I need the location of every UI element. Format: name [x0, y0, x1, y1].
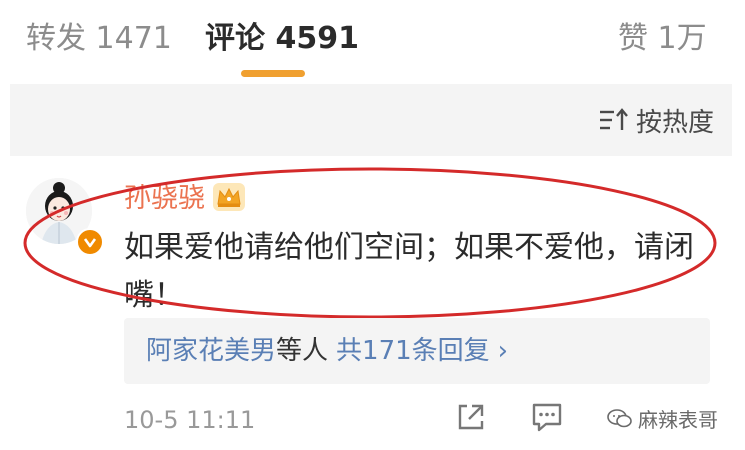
- crown-icon: [213, 183, 245, 211]
- replies-summary: 阿家花美男等人 共171条回复 ›: [146, 334, 508, 368]
- chevron-right-icon: ›: [497, 336, 509, 366]
- tab-comment[interactable]: 评论 4591: [205, 18, 359, 60]
- active-tab-indicator: [241, 70, 305, 77]
- share-icon[interactable]: [454, 400, 488, 434]
- verified-icon: [76, 228, 104, 256]
- comment-text: 如果爱他请给他们空间；如果不爱他，请闭嘴！: [124, 230, 694, 313]
- sort-button[interactable]: 按热度: [598, 104, 714, 138]
- comment-reply-icon[interactable]: [530, 400, 564, 434]
- watermark: 麻辣表哥: [606, 404, 718, 433]
- reply-count[interactable]: 共171条回复: [336, 336, 490, 366]
- tab-bar: 转发 1471 评论 4591 赞 1万: [0, 0, 745, 82]
- sort-icon: [599, 108, 628, 130]
- comment-item: 孙骁骁 如果爱他请给他们空间；如果不爱他，请闭嘴！ 阿家花美男等人 共171条回复…: [0, 160, 745, 450]
- reply-users[interactable]: 阿家花美男: [146, 336, 276, 366]
- sort-bar: 按热度: [10, 84, 732, 156]
- reply-suffix: 等人: [276, 336, 329, 366]
- wechat-icon: [607, 408, 632, 427]
- watermark-text: 麻辣表哥: [638, 408, 718, 432]
- tab-repost[interactable]: 转发 1471: [26, 18, 172, 60]
- comment-timestamp: 10-5 11:11: [124, 406, 256, 434]
- replies-preview[interactable]: 阿家花美男等人 共171条回复 ›: [124, 318, 710, 384]
- sort-label: 按热度: [635, 107, 714, 138]
- comment-username[interactable]: 孙骁骁: [124, 182, 205, 216]
- tab-like[interactable]: 赞 1万: [618, 18, 707, 60]
